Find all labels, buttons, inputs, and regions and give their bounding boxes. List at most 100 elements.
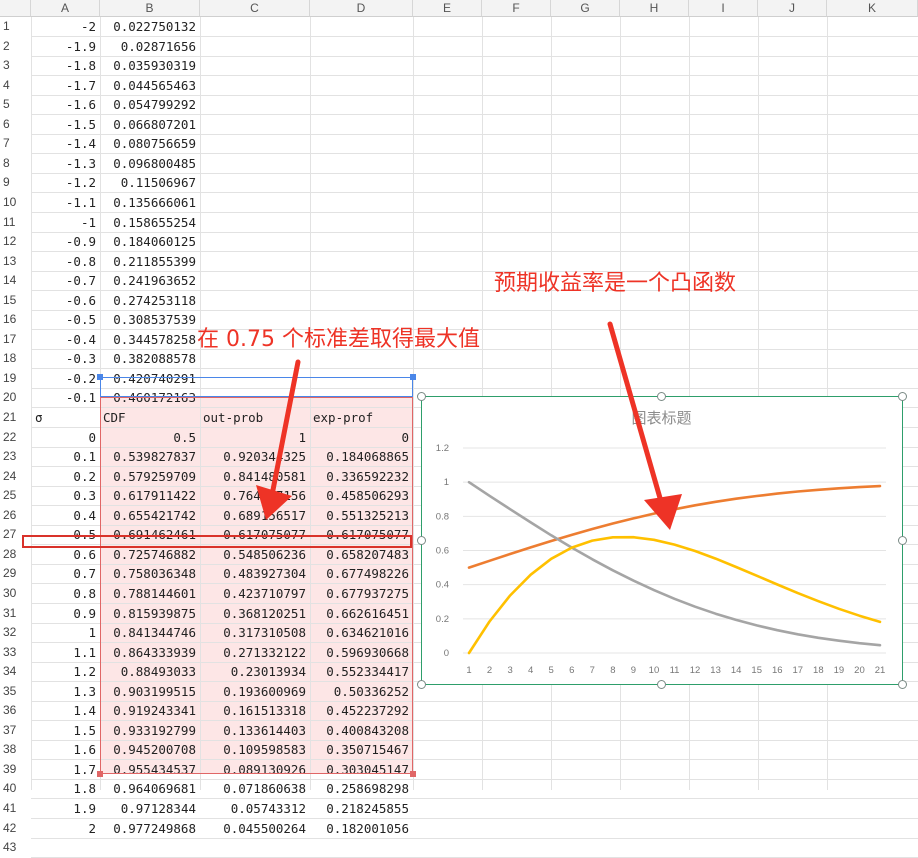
cell-b[interactable]: 0.035930319	[100, 56, 200, 75]
row-header[interactable]: 22	[0, 428, 31, 447]
cell-b[interactable]: 0.211855399	[100, 252, 200, 271]
chart-resize-handle-tr[interactable]	[898, 392, 907, 401]
cell-b[interactable]: 0.080756659	[100, 134, 200, 153]
col-header-f[interactable]: F	[482, 0, 551, 17]
cell-b[interactable]: 0.344578258	[100, 330, 200, 349]
cell-a[interactable]: -1.8	[31, 56, 100, 75]
cell-a[interactable]: 1.4	[31, 701, 100, 720]
cell-a[interactable]: -0.2	[31, 369, 100, 388]
row-header[interactable]: 43	[0, 838, 31, 857]
row-header[interactable]: 21	[0, 408, 31, 427]
cell-b[interactable]: 0.274253118	[100, 291, 200, 310]
row-header[interactable]: 10	[0, 193, 31, 212]
cell-c[interactable]: 0.071860638	[200, 779, 310, 798]
row-header[interactable]: 4	[0, 76, 31, 95]
cell-a[interactable]: -2	[31, 17, 100, 36]
corner-select-all[interactable]	[0, 0, 31, 17]
cell-b[interactable]: 0.066807201	[100, 115, 200, 134]
row-header[interactable]: 17	[0, 330, 31, 349]
row-header[interactable]: 3	[0, 56, 31, 75]
chart-resize-handle-tl[interactable]	[417, 392, 426, 401]
cell-a[interactable]: 1	[31, 623, 100, 642]
row-header[interactable]: 25	[0, 486, 31, 505]
cell-a[interactable]: 0	[31, 428, 100, 447]
chart-resize-handle-mr[interactable]	[898, 536, 907, 545]
cell-a[interactable]: -1.6	[31, 95, 100, 114]
row-header[interactable]: 19	[0, 369, 31, 388]
row-header[interactable]: 12	[0, 232, 31, 251]
row-header[interactable]: 24	[0, 467, 31, 486]
cell-b[interactable]: 0.054799292	[100, 95, 200, 114]
cell-b[interactable]: 0.964069681	[100, 779, 200, 798]
cell-a[interactable]: -0.8	[31, 252, 100, 271]
cell-b[interactable]: 0.022750132	[100, 17, 200, 36]
cell-b[interactable]: 0.184060125	[100, 232, 200, 251]
cell-b[interactable]: 0.382088578	[100, 349, 200, 368]
cell-d[interactable]: 0.218245855	[310, 799, 413, 818]
cell-c[interactable]: 0.045500264	[200, 819, 310, 838]
row-header[interactable]: 41	[0, 799, 31, 818]
cell-a[interactable]: -0.6	[31, 291, 100, 310]
cell-a[interactable]: -0.4	[31, 330, 100, 349]
cell-d[interactable]	[310, 838, 413, 857]
cell-a[interactable]: 1.9	[31, 799, 100, 818]
cell-b[interactable]: 0.308537539	[100, 310, 200, 329]
row-header[interactable]: 15	[0, 291, 31, 310]
cell-a[interactable]: 0.2	[31, 467, 100, 486]
cell-a[interactable]: 1.1	[31, 643, 100, 662]
cell-b[interactable]: 0.97128344	[100, 799, 200, 818]
cell-c[interactable]	[200, 838, 310, 857]
col-header-g[interactable]: G	[551, 0, 620, 17]
cell-b[interactable]: 0.02871656	[100, 37, 200, 56]
chart-resize-handle-br[interactable]	[898, 680, 907, 689]
cell-a[interactable]: 1.6	[31, 740, 100, 759]
col-header-k[interactable]: K	[827, 0, 918, 17]
row-header[interactable]: 13	[0, 252, 31, 271]
cell-b[interactable]: 0.158655254	[100, 213, 200, 232]
col-header-e[interactable]: E	[413, 0, 482, 17]
cell-a[interactable]: σ	[31, 408, 100, 427]
cell-c[interactable]: 0.05743312	[200, 799, 310, 818]
row-header[interactable]: 26	[0, 506, 31, 525]
cell-a[interactable]: -1	[31, 213, 100, 232]
row-header[interactable]: 42	[0, 819, 31, 838]
range-handle-top-left[interactable]	[97, 374, 103, 380]
row-header[interactable]: 14	[0, 271, 31, 290]
cell-a[interactable]: 0.4	[31, 506, 100, 525]
col-header-b[interactable]: B	[100, 0, 200, 17]
cell-a[interactable]	[31, 838, 100, 857]
row-header[interactable]: 39	[0, 760, 31, 779]
cell-a[interactable]: -0.7	[31, 271, 100, 290]
cell-b[interactable]: 0.096800485	[100, 154, 200, 173]
row-header[interactable]: 20	[0, 388, 31, 407]
cell-a[interactable]: -0.3	[31, 349, 100, 368]
cell-b[interactable]	[100, 838, 200, 857]
cell-a[interactable]: 1.7	[31, 760, 100, 779]
chart-resize-handle-tm[interactable]	[657, 392, 666, 401]
row-header[interactable]: 34	[0, 662, 31, 681]
col-header-i[interactable]: I	[689, 0, 758, 17]
cell-a[interactable]: -1.5	[31, 115, 100, 134]
chart-resize-handle-bl[interactable]	[417, 680, 426, 689]
cell-a[interactable]: 0.8	[31, 584, 100, 603]
range-handle-top-right[interactable]	[410, 374, 416, 380]
row-header[interactable]: 8	[0, 154, 31, 173]
cell-a[interactable]: 0.3	[31, 486, 100, 505]
col-header-j[interactable]: J	[758, 0, 827, 17]
cell-a[interactable]: 0.1	[31, 447, 100, 466]
cell-a[interactable]: -0.1	[31, 388, 100, 407]
cell-a[interactable]: -0.9	[31, 232, 100, 251]
row-header[interactable]: 36	[0, 701, 31, 720]
range-handle-bottom-left[interactable]	[97, 771, 103, 777]
cell-a[interactable]: -1.2	[31, 173, 100, 192]
row-header[interactable]: 5	[0, 95, 31, 114]
cell-a[interactable]: -1.1	[31, 193, 100, 212]
cell-b[interactable]: 0.241963652	[100, 271, 200, 290]
cell-a[interactable]: -1.3	[31, 154, 100, 173]
cell-d[interactable]: 0.182001056	[310, 819, 413, 838]
cell-b[interactable]: 0.135666061	[100, 193, 200, 212]
cell-a[interactable]: 1.8	[31, 779, 100, 798]
row-header[interactable]: 32	[0, 623, 31, 642]
cell-a[interactable]: 2	[31, 819, 100, 838]
cell-b[interactable]: 0.11506967	[100, 173, 200, 192]
